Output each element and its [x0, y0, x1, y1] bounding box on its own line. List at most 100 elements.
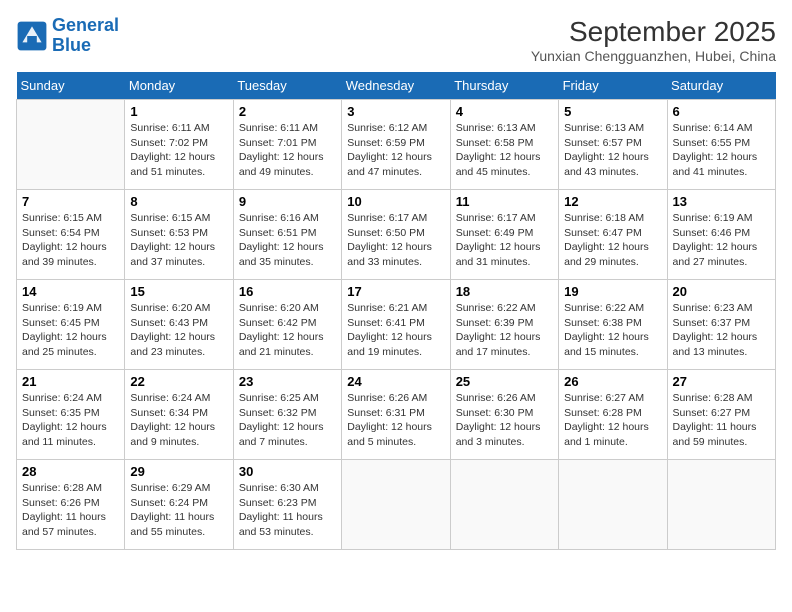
day-number: 18 [456, 284, 553, 299]
week-row-1: 1Sunrise: 6:11 AM Sunset: 7:02 PM Daylig… [17, 100, 776, 190]
day-info: Sunrise: 6:24 AM Sunset: 6:34 PM Dayligh… [130, 391, 227, 450]
day-cell: 12 Sunrise: 6:18 AM Sunset: 6:47 PM Dayli… [559, 190, 667, 280]
day-info: Sunrise: 6:24 AM Sunset: 6:35 PM Dayligh… [22, 391, 119, 450]
day-number: 25 [456, 374, 553, 389]
day-cell: 8Sunrise: 6:15 AM Sunset: 6:53 PM Daylig… [125, 190, 233, 280]
day-number: 1 [130, 104, 227, 119]
day-info: Sunrise: 6:22 AM Sunset: 6:39 PM Dayligh… [456, 301, 553, 360]
day-cell: 26 Sunrise: 6:27 AM Sunset: 6:28 PM Dayli… [559, 370, 667, 460]
day-number: 12 [564, 194, 661, 209]
day-number: 9 [239, 194, 336, 209]
page-header: General Blue September 2025 Yunxian Chen… [16, 16, 776, 64]
day-info: Sunrise: 6:23 AM Sunset: 6:37 PM Dayligh… [673, 301, 770, 360]
day-info: Sunrise: 6:19 AM Sunset: 6:45 PM Dayligh… [22, 301, 119, 360]
weekday-header-wednesday: Wednesday [342, 72, 450, 100]
day-number: 2 [239, 104, 336, 119]
logo-text: General Blue [52, 16, 119, 56]
logo: General Blue [16, 16, 119, 56]
day-cell [342, 460, 450, 550]
day-info: Sunrise: 6:20 AM Sunset: 6:43 PM Dayligh… [130, 301, 227, 360]
day-info: Sunrise: 6:15 AM Sunset: 6:53 PM Dayligh… [130, 211, 227, 270]
day-cell: 6Sunrise: 6:14 AM Sunset: 6:55 PM Daylig… [667, 100, 775, 190]
day-number: 5 [564, 104, 661, 119]
day-info: Sunrise: 6:28 AM Sunset: 6:27 PM Dayligh… [673, 391, 770, 450]
day-info: Sunrise: 6:17 AM Sunset: 6:49 PM Dayligh… [456, 211, 553, 270]
day-cell: 15 Sunrise: 6:20 AM Sunset: 6:43 PM Dayli… [125, 280, 233, 370]
day-info: Sunrise: 6:27 AM Sunset: 6:28 PM Dayligh… [564, 391, 661, 450]
day-number: 21 [22, 374, 119, 389]
day-info: Sunrise: 6:30 AM Sunset: 6:23 PM Dayligh… [239, 481, 336, 540]
day-info: Sunrise: 6:17 AM Sunset: 6:50 PM Dayligh… [347, 211, 444, 270]
weekday-header-row: SundayMondayTuesdayWednesdayThursdayFrid… [17, 72, 776, 100]
day-number: 3 [347, 104, 444, 119]
day-number: 26 [564, 374, 661, 389]
weekday-header-tuesday: Tuesday [233, 72, 341, 100]
day-number: 23 [239, 374, 336, 389]
day-number: 27 [673, 374, 770, 389]
day-number: 28 [22, 464, 119, 479]
day-number: 30 [239, 464, 336, 479]
day-cell: 25Sunrise: 6:26 AM Sunset: 6:30 PM Dayli… [450, 370, 558, 460]
day-cell: 21 Sunrise: 6:24 AM Sunset: 6:35 PM Dayli… [17, 370, 125, 460]
calendar-table: SundayMondayTuesdayWednesdayThursdayFrid… [16, 72, 776, 550]
day-info: Sunrise: 6:18 AM Sunset: 6:47 PM Dayligh… [564, 211, 661, 270]
day-number: 10 [347, 194, 444, 209]
day-cell: 5Sunrise: 6:13 AM Sunset: 6:57 PM Daylig… [559, 100, 667, 190]
day-info: Sunrise: 6:11 AM Sunset: 7:01 PM Dayligh… [239, 121, 336, 180]
day-cell: 17 Sunrise: 6:21 AM Sunset: 6:41 PM Dayli… [342, 280, 450, 370]
day-number: 4 [456, 104, 553, 119]
day-cell [17, 100, 125, 190]
day-cell: 29 Sunrise: 6:29 AM Sunset: 6:24 PM Dayli… [125, 460, 233, 550]
weekday-header-friday: Friday [559, 72, 667, 100]
day-number: 7 [22, 194, 119, 209]
day-cell: 18 Sunrise: 6:22 AM Sunset: 6:39 PM Dayli… [450, 280, 558, 370]
day-number: 22 [130, 374, 227, 389]
day-cell: 4 Sunrise: 6:13 AM Sunset: 6:58 PM Daylig… [450, 100, 558, 190]
day-info: Sunrise: 6:16 AM Sunset: 6:51 PM Dayligh… [239, 211, 336, 270]
day-cell: 14 Sunrise: 6:19 AM Sunset: 6:45 PM Dayli… [17, 280, 125, 370]
day-number: 20 [673, 284, 770, 299]
day-cell [559, 460, 667, 550]
day-number: 19 [564, 284, 661, 299]
day-number: 29 [130, 464, 227, 479]
day-cell: 10 Sunrise: 6:17 AM Sunset: 6:50 PM Dayli… [342, 190, 450, 280]
day-cell: 13 Sunrise: 6:19 AM Sunset: 6:46 PM Dayli… [667, 190, 775, 280]
day-cell: 27 Sunrise: 6:28 AM Sunset: 6:27 PM Dayli… [667, 370, 775, 460]
day-cell: 3 Sunrise: 6:12 AM Sunset: 6:59 PM Daylig… [342, 100, 450, 190]
week-row-5: 28 Sunrise: 6:28 AM Sunset: 6:26 PM Dayli… [17, 460, 776, 550]
day-cell [450, 460, 558, 550]
day-number: 6 [673, 104, 770, 119]
day-cell: 30 Sunrise: 6:30 AM Sunset: 6:23 PM Dayli… [233, 460, 341, 550]
day-cell: 7 Sunrise: 6:15 AM Sunset: 6:54 PM Daylig… [17, 190, 125, 280]
week-row-4: 21 Sunrise: 6:24 AM Sunset: 6:35 PM Dayli… [17, 370, 776, 460]
day-cell: 19Sunrise: 6:22 AM Sunset: 6:38 PM Dayli… [559, 280, 667, 370]
weekday-header-monday: Monday [125, 72, 233, 100]
month-title: September 2025 [531, 16, 776, 48]
day-info: Sunrise: 6:25 AM Sunset: 6:32 PM Dayligh… [239, 391, 336, 450]
day-cell: 28 Sunrise: 6:28 AM Sunset: 6:26 PM Dayli… [17, 460, 125, 550]
day-number: 14 [22, 284, 119, 299]
day-cell: 16Sunrise: 6:20 AM Sunset: 6:42 PM Dayli… [233, 280, 341, 370]
day-info: Sunrise: 6:21 AM Sunset: 6:41 PM Dayligh… [347, 301, 444, 360]
day-info: Sunrise: 6:12 AM Sunset: 6:59 PM Dayligh… [347, 121, 444, 180]
logo-icon [16, 20, 48, 52]
day-info: Sunrise: 6:28 AM Sunset: 6:26 PM Dayligh… [22, 481, 119, 540]
day-info: Sunrise: 6:13 AM Sunset: 6:58 PM Dayligh… [456, 121, 553, 180]
day-cell: 20 Sunrise: 6:23 AM Sunset: 6:37 PM Dayli… [667, 280, 775, 370]
day-number: 15 [130, 284, 227, 299]
day-info: Sunrise: 6:26 AM Sunset: 6:31 PM Dayligh… [347, 391, 444, 450]
weekday-header-thursday: Thursday [450, 72, 558, 100]
day-cell: 23 Sunrise: 6:25 AM Sunset: 6:32 PM Dayli… [233, 370, 341, 460]
day-number: 17 [347, 284, 444, 299]
day-number: 11 [456, 194, 553, 209]
week-row-2: 7 Sunrise: 6:15 AM Sunset: 6:54 PM Daylig… [17, 190, 776, 280]
day-cell: 2 Sunrise: 6:11 AM Sunset: 7:01 PM Daylig… [233, 100, 341, 190]
day-info: Sunrise: 6:19 AM Sunset: 6:46 PM Dayligh… [673, 211, 770, 270]
weekday-header-sunday: Sunday [17, 72, 125, 100]
day-info: Sunrise: 6:29 AM Sunset: 6:24 PM Dayligh… [130, 481, 227, 540]
day-info: Sunrise: 6:15 AM Sunset: 6:54 PM Dayligh… [22, 211, 119, 270]
day-cell: 22 Sunrise: 6:24 AM Sunset: 6:34 PM Dayli… [125, 370, 233, 460]
day-info: Sunrise: 6:20 AM Sunset: 6:42 PM Dayligh… [239, 301, 336, 360]
day-number: 13 [673, 194, 770, 209]
day-number: 24 [347, 374, 444, 389]
